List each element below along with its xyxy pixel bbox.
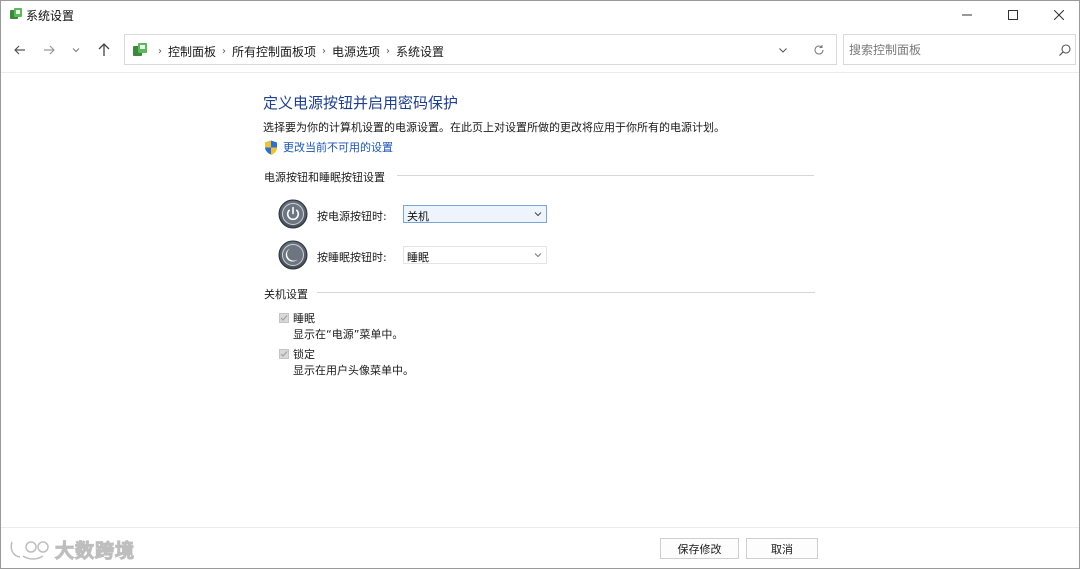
recent-locations-button[interactable] xyxy=(65,39,87,61)
lock-checkbox[interactable] xyxy=(279,349,289,359)
control-panel-icon xyxy=(10,8,22,19)
breadcrumb-item-all-items[interactable]: 所有控制面板项 xyxy=(232,43,316,60)
chevron-down-icon xyxy=(72,48,80,53)
uac-shield-icon xyxy=(265,140,277,155)
search-box[interactable] xyxy=(843,34,1076,65)
section-divider xyxy=(397,175,814,176)
window-title: 系统设置 xyxy=(26,9,75,23)
lock-option-label: 锁定 xyxy=(293,348,315,361)
nav-divider xyxy=(1,72,1079,73)
minimize-icon xyxy=(962,14,972,16)
checkmark-icon xyxy=(280,351,288,357)
power-button-icon-wrap xyxy=(278,199,308,229)
breadcrumb-separator: › xyxy=(322,46,327,57)
address-history-button[interactable] xyxy=(775,42,791,58)
title-bar: 系统设置 xyxy=(1,1,1079,29)
maximize-icon xyxy=(1008,10,1018,20)
change-unavailable-settings-text[interactable]: 更改当前不可用的设置 xyxy=(283,139,393,155)
breadcrumb-separator: › xyxy=(222,46,227,57)
change-unavailable-settings-link[interactable]: 更改当前不可用的设置 xyxy=(264,139,393,155)
save-changes-button[interactable]: 保存修改 xyxy=(660,538,739,559)
page-title: 定义电源按钮并启用密码保护 xyxy=(263,94,459,112)
watermark-logo: 大数跨境 xyxy=(9,536,135,563)
up-button[interactable] xyxy=(93,39,115,61)
chevron-down-icon xyxy=(534,253,542,258)
section-divider xyxy=(317,292,815,293)
watermark-text: 大数跨境 xyxy=(54,540,136,563)
breadcrumb: › 控制面板 › 所有控制面板项 › 电源选项 › 系统设置 xyxy=(152,43,444,60)
refresh-icon xyxy=(814,45,824,55)
cancel-button[interactable]: 取消 xyxy=(746,538,818,559)
sleep-icon xyxy=(278,240,308,270)
arrow-right-icon xyxy=(44,45,55,55)
page-description: 选择要为你的计算机设置的电源设置。在此页上对设置所做的更改将应用于你所有的电源计… xyxy=(263,121,725,134)
section-title-buttons: 电源按钮和睡眠按钮设置 xyxy=(264,169,385,185)
arrow-left-icon xyxy=(14,45,25,55)
power-button-action-value: 关机 xyxy=(407,210,429,223)
breadcrumb-item-power-options[interactable]: 电源选项 xyxy=(332,43,380,60)
minimize-button[interactable] xyxy=(944,1,990,29)
close-button[interactable] xyxy=(1036,1,1080,29)
sleep-button-action-select[interactable]: 睡眠 xyxy=(403,246,547,264)
sleep-button-label: 按睡眠按钮时: xyxy=(317,251,387,264)
forward-button[interactable] xyxy=(38,39,60,61)
sleep-checkbox[interactable] xyxy=(279,313,289,323)
power-button-label: 按电源按钮时: xyxy=(317,210,387,223)
checkmark-icon xyxy=(280,315,288,321)
chevron-down-icon xyxy=(779,48,787,53)
footer-divider xyxy=(1,527,1079,528)
breadcrumb-item-system-settings[interactable]: 系统设置 xyxy=(396,43,444,60)
system-settings-window: 系统设置 › 控制面板 › 所有控制面板项 › 电源选项 › 系统设置 搜索控制… xyxy=(0,0,1080,569)
search-input[interactable] xyxy=(849,41,1049,59)
maximize-button[interactable] xyxy=(990,1,1036,29)
breadcrumb-item-control-panel[interactable]: 控制面板 xyxy=(168,43,216,60)
power-button-action-select[interactable]: 关机 xyxy=(403,205,547,223)
back-button[interactable] xyxy=(9,39,31,61)
brand-logo-icon xyxy=(10,540,49,560)
address-bar[interactable]: › 控制面板 › 所有控制面板项 › 电源选项 › 系统设置 xyxy=(124,34,837,65)
sleep-button-icon-wrap xyxy=(278,240,308,270)
lock-option-description: 显示在用户头像菜单中。 xyxy=(293,364,414,377)
control-panel-icon xyxy=(133,43,147,56)
power-icon xyxy=(278,199,308,229)
search-icon[interactable] xyxy=(1058,43,1072,57)
refresh-button[interactable] xyxy=(811,42,827,58)
breadcrumb-separator: › xyxy=(158,46,162,57)
sleep-option-description: 显示在“电源”菜单中。 xyxy=(293,328,404,341)
breadcrumb-separator: › xyxy=(386,46,391,57)
sleep-button-action-value: 睡眠 xyxy=(407,251,429,264)
sleep-option-label: 睡眠 xyxy=(293,312,315,325)
close-icon xyxy=(1054,10,1064,20)
section-title-shutdown: 关机设置 xyxy=(264,286,308,302)
arrow-up-icon xyxy=(98,43,110,56)
chevron-down-icon xyxy=(534,212,542,217)
